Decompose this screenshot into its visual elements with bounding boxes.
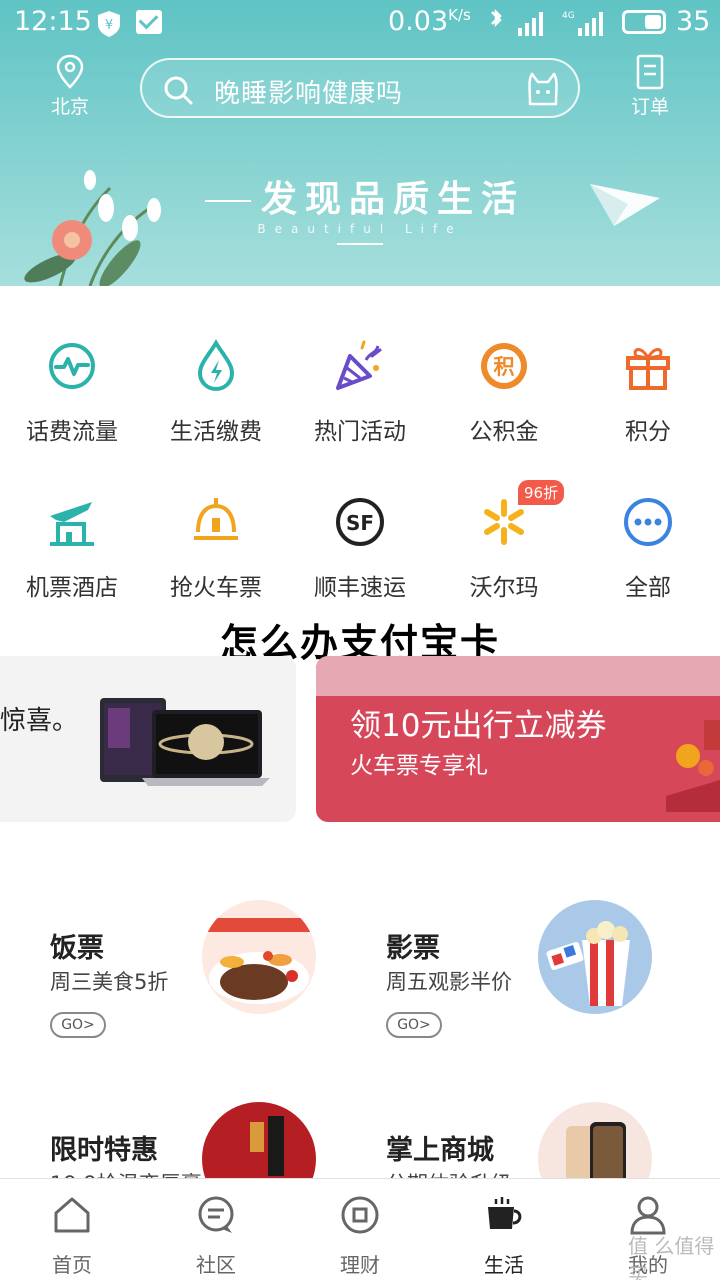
service-label: 全部 — [625, 575, 671, 601]
service-train-tickets[interactable]: 抢火车票 — [144, 494, 288, 602]
banner-subtitle: Beautiful Life — [257, 222, 463, 236]
promo-card-travel[interactable]: 领10元出行立减券 火车票专享礼 — [316, 656, 720, 822]
banner-title: 发现品质生活 — [170, 170, 550, 263]
svg-text:积: 积 — [494, 355, 515, 379]
location-label: 北京 — [50, 96, 89, 118]
coin-icon — [341, 1196, 379, 1234]
promo-card-laptop[interactable]: 惊喜。 — [0, 656, 296, 822]
deal-subtitle: 周三美食5折 — [50, 970, 169, 994]
tab-home[interactable]: 首页 — [0, 1195, 144, 1278]
network-speed: 0.03K/s — [388, 6, 471, 37]
tab-life[interactable]: 生活 — [432, 1195, 576, 1278]
service-sf-express[interactable]: SF 顺丰速运 — [288, 494, 432, 602]
service-hot-events[interactable]: 热门活动 — [288, 338, 432, 446]
home-icon — [54, 1197, 90, 1233]
promo-left-text: 惊喜。 — [0, 706, 79, 736]
search-placeholder: 晚睡影响健康吗 — [214, 79, 404, 109]
service-label: 话费流量 — [26, 419, 118, 445]
promo-right-band — [316, 656, 720, 696]
service-all[interactable]: 全部 — [576, 494, 720, 602]
user-icon — [630, 1196, 666, 1235]
sf-express-icon: SF — [336, 498, 384, 546]
mascot-icon[interactable] — [524, 70, 562, 108]
party-popper-icon — [336, 340, 382, 390]
chat-icon — [198, 1196, 234, 1233]
service-label: 积分 — [625, 419, 671, 445]
service-housing-fund[interactable]: 积 公积金 — [432, 338, 576, 446]
tab-label: 首页 — [52, 1253, 92, 1277]
orders-icon — [636, 54, 664, 90]
cup-icon — [488, 1197, 522, 1229]
gift-icon — [626, 348, 670, 390]
deal-title: 掌上商城 — [386, 1135, 494, 1166]
svg-text:SF: SF — [346, 511, 374, 535]
svg-text:4G: 4G — [562, 11, 575, 21]
promo-right-title: 领10元出行立减券 — [350, 708, 607, 744]
orders-button[interactable]: 订单 — [620, 54, 680, 119]
plane-hotel-icon — [50, 502, 94, 546]
service-utilities[interactable]: 生活缴费 — [144, 338, 288, 446]
fund-icon: 积 — [481, 343, 527, 389]
shield-icon: ¥ — [98, 11, 120, 37]
orders-label: 订单 — [630, 96, 669, 118]
deal-subtitle: 周五观影半价 — [386, 970, 512, 994]
deal-title: 限时特惠 — [50, 1135, 158, 1166]
train-icon — [194, 498, 238, 540]
signal-icons: 4G — [491, 8, 603, 36]
deal-title: 饭票 — [50, 933, 104, 964]
service-points[interactable]: 积分 — [576, 338, 720, 446]
service-grid: 话费流量 生活缴费 热门活动 积 公积金 积分 机票酒店 抢火车票 SF 顺丰速… — [0, 286, 720, 616]
status-bar: 12:15 ¥ 0.03K/s 4G 35 — [0, 0, 720, 46]
mail-icon — [136, 10, 162, 34]
service-walmart[interactable]: 96折 沃尔玛 — [432, 480, 576, 602]
header: 12:15 ¥ 0.03K/s 4G 35 北京 晚睡影响健康吗 订单 发现品质… — [0, 0, 720, 286]
search-bar[interactable]: 晚睡影响健康吗 — [140, 58, 580, 118]
steak-image — [202, 900, 316, 1014]
search-icon — [164, 76, 193, 105]
tab-label: 社区 — [196, 1253, 236, 1277]
discount-badge: 96折 — [518, 480, 565, 505]
tab-finance[interactable]: 理财 — [288, 1195, 432, 1278]
location-button[interactable]: 北京 — [40, 54, 100, 119]
deal-title: 影票 — [386, 933, 440, 964]
service-label: 顺丰速运 — [314, 575, 406, 601]
service-label: 沃尔玛 — [469, 575, 539, 601]
promo-right-subtitle: 火车票专享礼 — [350, 753, 488, 779]
popcorn-image — [538, 900, 652, 1014]
water-bolt-icon — [197, 339, 235, 392]
tab-bar: 首页 社区 理财 生活 我的 — [0, 1178, 720, 1280]
deal-meal-ticket[interactable]: 饭票 周三美食5折 GO> — [50, 900, 350, 1056]
pulse-icon — [49, 343, 95, 389]
paper-plane-illustration — [590, 184, 660, 226]
service-label: 抢火车票 — [170, 575, 262, 601]
flowers-illustration — [24, 170, 161, 286]
svg-text:¥: ¥ — [105, 18, 113, 33]
watermark: 值 么值得买 — [628, 1234, 715, 1280]
go-button[interactable]: GO> — [386, 1012, 442, 1038]
service-label: 机票酒店 — [26, 575, 118, 601]
status-time: 12:15 — [14, 6, 92, 37]
tab-label: 生活 — [484, 1253, 524, 1277]
festive-decoration — [666, 720, 720, 812]
service-flights-hotels[interactable]: 机票酒店 — [0, 494, 144, 602]
laptop-image — [100, 698, 270, 786]
battery-percent: 35 — [676, 6, 711, 37]
battery-icon — [622, 10, 666, 34]
tab-community[interactable]: 社区 — [144, 1195, 288, 1278]
service-label: 公积金 — [469, 419, 539, 445]
go-button[interactable]: GO> — [50, 1012, 106, 1038]
tab-label: 理财 — [340, 1253, 380, 1277]
service-mobile-top-up[interactable]: 话费流量 — [0, 338, 144, 446]
more-icon — [624, 498, 672, 546]
service-label: 热门活动 — [314, 419, 406, 445]
deal-movie-ticket[interactable]: 影票 周五观影半价 GO> — [386, 900, 686, 1056]
service-label: 生活缴费 — [170, 419, 262, 445]
location-pin-icon — [56, 54, 84, 89]
